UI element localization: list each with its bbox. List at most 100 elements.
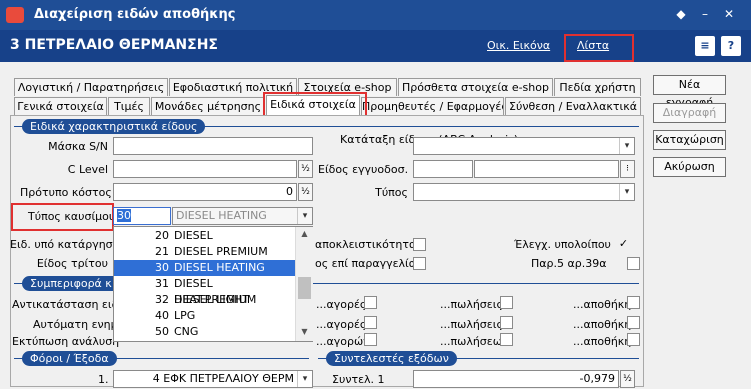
purchases-label-2: ...αγορές xyxy=(316,318,367,331)
print-analysis-label: Εκτύπωση ανάλυση xyxy=(12,335,120,348)
warehouse-checkbox-1[interactable] xyxy=(627,296,640,309)
sales-label-1: ...πωλήσεις xyxy=(440,298,503,311)
new-record-button[interactable]: Νέα εγγραφή xyxy=(653,75,726,109)
tab-suppliers[interactable]: Προμηθευτές / Εφαρμογές xyxy=(361,97,504,115)
std-cost-label: Πρότυπο κόστος xyxy=(20,186,112,199)
sales-label-3: ...πωλήσεων xyxy=(440,335,509,348)
chevron-down-icon[interactable]: ▾ xyxy=(297,208,312,224)
on-order-checkbox[interactable] xyxy=(413,257,426,270)
option-code: 30 xyxy=(155,261,169,274)
scroll-down-icon[interactable]: ▼ xyxy=(296,327,313,336)
tab-general[interactable]: Γενικά στοιχεία xyxy=(14,97,107,115)
fuel-code-input[interactable]: 30 xyxy=(113,207,171,225)
scroll-up-icon[interactable]: ▲ xyxy=(296,229,313,238)
help-icon[interactable]: ? xyxy=(721,36,741,56)
option-code: 50 xyxy=(155,325,169,338)
exclusive-checkbox[interactable] xyxy=(413,238,426,251)
highlight-list-link xyxy=(564,34,634,62)
coef-half-button[interactable]: ½ xyxy=(620,370,635,388)
sales-checkbox-1[interactable] xyxy=(500,296,513,309)
scroll-thumb[interactable] xyxy=(298,277,311,299)
list-item[interactable]: 21 DIESEL PREMIUM xyxy=(114,244,295,260)
clevel-half-button[interactable]: ½ xyxy=(298,160,313,178)
record-title: 3 ΠΕΤΡΕΛΑΙΟ ΘΕΡΜΑΝΣΗΣ xyxy=(10,37,218,53)
option-name: DIESEL LIGHT xyxy=(174,293,250,306)
tab-prices[interactable]: Τιμές xyxy=(108,97,150,115)
list-item-selected[interactable]: 30 DIESEL HEATING xyxy=(114,260,295,276)
list-item[interactable]: 50 CNG xyxy=(114,324,295,340)
list-item[interactable]: 40 LPG xyxy=(114,308,295,324)
special-group-title: Ειδικά χαρακτηριστικά είδους xyxy=(22,119,206,134)
tab-composition[interactable]: Σύνθεση / Εναλλακτικά xyxy=(505,97,641,115)
record-header: 3 ΠΕΤΡΕΛΑΙΟ ΘΕΡΜΑΝΣΗΣ Οικ. Εικόνα Λίστα … xyxy=(0,30,751,62)
purchases-checkbox-2[interactable] xyxy=(364,316,377,329)
purchases-checkbox-1[interactable] xyxy=(364,296,377,309)
abc-combo[interactable]: ▾ xyxy=(413,137,635,155)
tax-row-label: 1. xyxy=(98,373,109,386)
behavior-group-title: Συμπεριφορά κ xyxy=(22,276,120,291)
std-cost-half-button[interactable]: ½ xyxy=(298,183,313,201)
warehouse-label-2: ...αποθήκη xyxy=(573,318,632,331)
option-name: DIESEL HEATING xyxy=(174,261,265,274)
minimize-button[interactable]: – xyxy=(697,6,713,22)
par5-checkbox[interactable] xyxy=(627,257,640,270)
balance-check-checkbox[interactable]: ✓ xyxy=(617,238,630,251)
tab-units[interactable]: Μονάδες μέτρησης xyxy=(151,97,265,115)
list-item[interactable]: 20 DIESEL xyxy=(114,228,295,244)
save-button[interactable]: Καταχώριση xyxy=(653,130,726,150)
guarantee-lookup-button[interactable]: ⁝ xyxy=(620,160,635,178)
tax-row-combo[interactable]: 4 ΕΦΚ ΠΕΤΡΕΛΑΙΟΥ ΘΕΡΜ ▾ xyxy=(113,370,313,388)
chevron-down-icon[interactable]: ▾ xyxy=(619,184,634,200)
fuel-name-combo[interactable]: DIESEL HEATING ▾ xyxy=(172,207,313,225)
guarantee-name-input[interactable] xyxy=(474,160,619,178)
chevron-down-icon[interactable]: ▾ xyxy=(297,371,312,387)
option-code: 40 xyxy=(155,309,169,322)
taxes-group-title: Φόροι / Έξοδα xyxy=(22,351,117,366)
list-scrollbar[interactable]: ▲ ▼ xyxy=(295,227,313,341)
tab-eshop-extra[interactable]: Πρόσθετα στοιχεία e-shop xyxy=(398,78,553,96)
sales-checkbox-3[interactable] xyxy=(500,333,513,346)
third-party-label: Είδος τρίτου xyxy=(36,257,108,270)
coef-input[interactable]: -0,979 xyxy=(413,370,619,388)
option-name: DIESEL xyxy=(174,229,213,242)
option-code: 32 xyxy=(155,293,169,306)
purchases-checkbox-3[interactable] xyxy=(364,333,377,346)
warehouse-checkbox-3[interactable] xyxy=(627,333,640,346)
obsolete-label: Ειδ. υπό κατάργηση xyxy=(10,238,120,251)
balance-check-label: Έλεγχ. υπολοίπου xyxy=(514,238,611,251)
warehouse-checkbox-2[interactable] xyxy=(627,316,640,329)
warehouse-label-1: ...αποθήκη xyxy=(573,298,632,311)
list-item[interactable]: 31 DIESEL HEAT.PREMIUM xyxy=(114,276,295,306)
menu-icon[interactable]: ≡ xyxy=(695,36,715,56)
mask-label: Μάσκα S/N xyxy=(48,140,108,153)
app-icon xyxy=(6,7,24,23)
pin-icon[interactable]: ◆ xyxy=(673,6,689,22)
tab-accounting[interactable]: Λογιστική / Παρατηρήσεις xyxy=(14,78,168,96)
mask-input[interactable] xyxy=(113,137,313,155)
window-titlebar: Διαχείριση ειδών αποθήκης ◆ – ✕ xyxy=(0,0,751,30)
sales-checkbox-2[interactable] xyxy=(500,316,513,329)
purchases-label-3: ...αγορών xyxy=(316,335,370,348)
fuel-name-value: DIESEL HEATING xyxy=(176,209,267,222)
clevel-input[interactable] xyxy=(113,160,297,178)
option-code: 21 xyxy=(155,245,169,258)
par5-label: Παρ.5 αρ.39α xyxy=(531,257,607,270)
chevron-down-icon[interactable]: ▾ xyxy=(619,138,634,154)
list-item[interactable]: 32 DIESEL LIGHT xyxy=(114,292,295,308)
coef-group-title: Συντελεστές εξόδων xyxy=(326,351,457,366)
close-button[interactable]: ✕ xyxy=(721,6,737,22)
tab-user-fields[interactable]: Πεδία χρήστη xyxy=(554,78,641,96)
cancel-button[interactable]: Ακύρωση xyxy=(653,157,726,177)
window-title: Διαχείριση ειδών αποθήκης xyxy=(34,7,236,22)
auto-update-label: Αυτόματη ενημ xyxy=(33,318,118,331)
std-cost-input[interactable]: 0 xyxy=(113,183,297,201)
exclusive-label: αποκλειστικότητας xyxy=(315,238,423,251)
fuel-type-dropdown-list[interactable]: 20 DIESEL 21 DIESEL PREMIUM 30 DIESEL HEATI… xyxy=(113,226,313,342)
guarantee-code-input[interactable] xyxy=(413,160,473,178)
image-link[interactable]: Οικ. Εικόνα xyxy=(487,39,550,52)
warehouse-label-3: ...αποθήκη xyxy=(573,335,632,348)
type-combo[interactable]: ▾ xyxy=(413,183,635,201)
option-name: DIESEL PREMIUM xyxy=(174,245,268,258)
option-code: 31 xyxy=(155,277,169,290)
delete-button[interactable]: Διαγραφή xyxy=(653,103,726,123)
